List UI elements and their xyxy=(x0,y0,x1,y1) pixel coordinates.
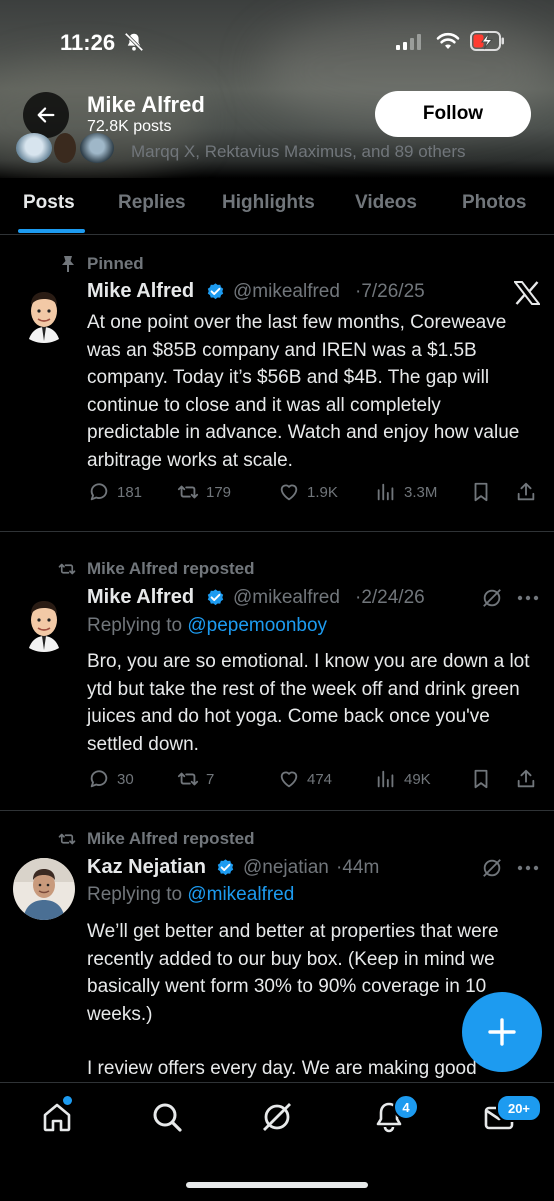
plus-icon xyxy=(488,1018,516,1046)
messages-badge: 20+ xyxy=(496,1094,542,1122)
verified-badge-icon xyxy=(207,589,224,606)
cellular-signal-icon xyxy=(396,34,424,50)
divider xyxy=(0,234,554,235)
view-count: 49K xyxy=(404,770,431,788)
heart-icon xyxy=(280,771,298,788)
follow-button[interactable]: Follow xyxy=(375,91,531,137)
post-text: At one point over the last few months, C… xyxy=(87,312,520,471)
author-handle[interactable]: @nejatian xyxy=(243,857,329,879)
follower-avatar[interactable] xyxy=(54,133,76,163)
views-button[interactable]: 3.3M xyxy=(375,481,437,503)
x-logo-icon[interactable] xyxy=(514,281,540,305)
like-button[interactable]: 1.9K xyxy=(278,481,338,503)
verified-badge-icon xyxy=(217,859,234,876)
post-date[interactable]: ·44m xyxy=(336,857,379,879)
notifications-badge: 4 xyxy=(393,1094,419,1120)
follower-avatar[interactable] xyxy=(80,133,114,163)
home-unread-dot xyxy=(63,1096,72,1105)
author-handle[interactable]: @mikealfred xyxy=(233,281,340,303)
status-time: 11:26 xyxy=(60,30,116,55)
bell-slash-icon xyxy=(124,32,144,52)
back-button[interactable] xyxy=(23,92,69,138)
repost-count: 179 xyxy=(206,483,232,501)
avatar[interactable] xyxy=(14,283,74,343)
repost-context-icon xyxy=(58,833,76,845)
like-count: 1.9K xyxy=(307,483,338,501)
reply-count: 30 xyxy=(117,770,134,788)
author-name[interactable]: Kaz Nejatian xyxy=(87,856,206,879)
author-handle[interactable]: @mikealfred xyxy=(233,587,340,609)
arrow-left-icon xyxy=(37,107,55,123)
like-count: 474 xyxy=(307,770,333,788)
follower-avatar[interactable] xyxy=(16,133,52,163)
post-text: Bro, you are so emotional. I know you ar… xyxy=(87,651,530,755)
share-icon[interactable] xyxy=(515,768,537,790)
repost-button[interactable]: 7 xyxy=(177,768,214,790)
post-date[interactable]: ·2/24/26 xyxy=(355,587,425,609)
bookmark-icon[interactable] xyxy=(470,481,492,503)
wifi-icon xyxy=(436,32,460,49)
author-name[interactable]: Mike Alfred xyxy=(87,586,194,609)
author-name[interactable]: Mike Alfred xyxy=(87,280,194,303)
post-context: Mike Alfred reposted xyxy=(87,829,255,848)
compose-button[interactable] xyxy=(462,992,542,1072)
divider xyxy=(0,810,554,811)
bookmark-icon[interactable] xyxy=(470,768,492,790)
post-context: Mike Alfred reposted xyxy=(87,559,255,578)
pin-icon xyxy=(62,256,74,272)
tab-posts[interactable]: Posts xyxy=(23,192,75,214)
reply-button[interactable]: 30 xyxy=(88,768,134,790)
views-icon xyxy=(377,483,394,501)
view-count: 3.3M xyxy=(404,483,438,501)
share-icon[interactable] xyxy=(515,481,537,503)
replying-to: Replying to @pepemoonboy xyxy=(87,615,328,636)
repost-context-icon xyxy=(58,563,76,575)
grok-icon[interactable] xyxy=(260,1100,294,1134)
reply-count: 181 xyxy=(117,483,143,501)
reply-button[interactable]: 181 xyxy=(88,481,142,503)
more-options-icon[interactable] xyxy=(517,865,539,871)
mention-link[interactable]: @mikealfred xyxy=(187,884,294,905)
tab-highlights[interactable]: Highlights xyxy=(222,192,315,214)
post-context: Pinned xyxy=(87,254,144,273)
search-icon[interactable] xyxy=(150,1100,184,1134)
home-indicator xyxy=(186,1182,368,1188)
divider xyxy=(0,531,554,532)
reply-icon xyxy=(90,483,108,501)
battery-charging-icon xyxy=(470,31,504,51)
reply-icon xyxy=(90,770,108,788)
heart-icon xyxy=(280,484,298,501)
avatar[interactable] xyxy=(14,592,74,652)
post-date[interactable]: ·7/26/25 xyxy=(355,281,425,303)
replying-to: Replying to @mikealfred xyxy=(87,884,295,905)
tab-photos[interactable]: Photos xyxy=(462,192,526,214)
verified-badge-icon xyxy=(207,283,224,300)
home-icon[interactable] xyxy=(40,1100,74,1134)
active-tab-indicator xyxy=(18,229,85,233)
followers-you-know[interactable]: Marqq X, Rektavius Maximus, and 89 other… xyxy=(131,142,465,162)
repost-icon xyxy=(177,772,199,786)
views-button[interactable]: 49K xyxy=(375,768,431,790)
mention-link[interactable]: @pepemoonboy xyxy=(187,615,327,636)
grok-icon[interactable] xyxy=(481,857,503,879)
like-button[interactable]: 474 xyxy=(278,768,332,790)
more-options-icon[interactable] xyxy=(517,595,539,601)
post-text-continued: I review offers every day. We are making… xyxy=(87,1058,477,1079)
views-icon xyxy=(377,770,394,788)
avatar[interactable] xyxy=(13,858,75,920)
repost-count: 7 xyxy=(206,770,215,788)
repost-button[interactable]: 179 xyxy=(177,481,231,503)
repost-icon xyxy=(177,485,199,499)
grok-icon[interactable] xyxy=(481,587,503,609)
tab-replies[interactable]: Replies xyxy=(118,192,186,214)
tab-videos[interactable]: Videos xyxy=(355,192,417,214)
profile-name: Mike Alfred xyxy=(87,92,205,117)
post-text: We’ll get better and better at propertie… xyxy=(87,921,499,1025)
